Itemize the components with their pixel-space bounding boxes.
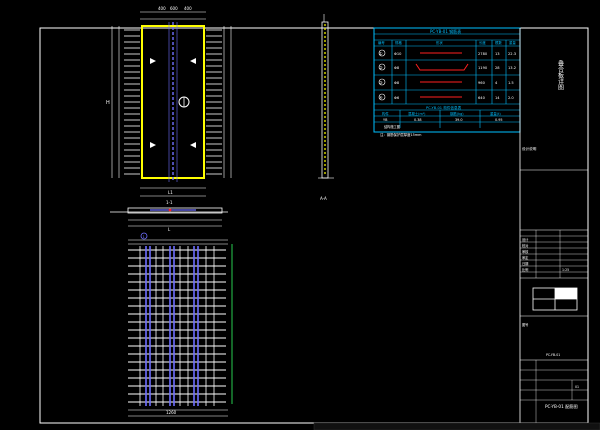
rebar-row-4-length: 640 [478,96,486,100]
rebar-header-1: 编号 [378,40,385,45]
tb-scale: 1:25 [562,268,569,272]
sub-table-title: PC-YB-01 构件信息表 [426,105,462,110]
section-label: 1-1 [166,200,173,205]
sub-header-1: 构件 [382,111,389,116]
drawing-title: PC-YB-01 配筋图 [545,403,578,410]
tb-stamp-label: 图号 [522,322,528,327]
rebar-bottom-dim: 1260 [166,410,177,415]
sub-header-3: 钢筋(kg) [450,111,464,116]
sub-row-2: 0.38 [414,118,422,122]
status-strip [313,422,600,430]
plan-top-dim-1: 400 [158,6,166,11]
triangle-marker-icon [190,58,196,64]
rebar-row-1-weight: 22.3 [508,52,516,56]
rebar-row-3-no: ③ [379,80,383,85]
triangle-marker-icon [150,142,156,148]
rebar-row-1-no: ① [379,51,383,56]
rebar-row-3-spec: Φ8 [394,81,400,85]
tb-row-5: 日期 [522,261,528,266]
rebar-table-title: PC-YB-01 钢筋表 [430,28,461,34]
cad-drawing: 400 600 400 H L1 L 1-1 A-A PC-YB-01 钢筋表 … [39,6,600,430]
section-dim-label: L [168,227,171,232]
sub-header-4: 重量(t) [490,111,501,116]
rebar-header-4: 长度 [479,40,486,45]
rebar-table: PC-YB-01 钢筋表 编号 规格 形状 长度 根数 重量 ① Φ10 278… [373,27,521,137]
rebar-row-2-length: 1190 [478,66,488,70]
rebar-row-2-no: ② [379,65,383,70]
triangle-marker-icon [150,58,156,64]
plan-view: 400 600 400 H L1 [106,6,232,197]
tb-row-3: 审核 [522,249,529,254]
sub-row-4: 0.95 [495,118,503,122]
rebar-row-4-no: ④ [379,95,383,100]
rebar-row-2-spec: Φ8 [394,66,400,70]
sub-row-3: 39.0 [455,118,463,122]
rebar-row-1-spec: Φ10 [394,52,402,56]
vertical-title: 叠合板详图 [557,60,564,91]
plan-top-dim-2: 600 [170,6,178,11]
rebar-row-4-count: 14 [495,96,500,100]
tb-row-2: 校对 [522,243,529,248]
plan-left-dim: H [106,100,110,106]
rebar-header-2: 规格 [395,40,402,45]
rebar-vertical [139,246,215,406]
tb-row-6: 比例 [522,267,528,272]
rebar-row-2-count: 28 [495,66,500,70]
project-title: 结构施工图 [384,124,400,129]
rebar-layout: 1 1260 [128,232,233,417]
rebar-header-3: 形状 [436,40,443,45]
table-note: 注：钢筋保护层厚度15mm [380,132,422,137]
triangle-marker-icon [190,142,196,148]
tb-row-1: 设计 [522,237,529,242]
side-view-label: A-A [320,196,327,201]
project-label: 设计说明 [522,146,537,151]
title-block: 叠合板详图 设计 校对 审核 审定 日期 比例 1:25 图号 PC-YB-01 [384,28,588,423]
axis-bubble-label: 1 [143,235,145,239]
plan-bottom-dim: L1 [168,190,173,195]
rebar-header-6: 重量 [509,40,516,45]
rebar-row-3-weight: 1.5 [508,81,514,85]
rebar-row-1-count: 13 [495,52,500,56]
rebar-row-3-count: 4 [495,81,498,85]
sub-row-1: YB [383,118,388,122]
tb-row-4: 审定 [522,255,529,260]
tb-drawing-no: PC-YB-01 [546,353,560,357]
rebar-row-4-spec: Φ6 [394,96,400,100]
section-view: L 1-1 [110,200,228,232]
rebar-row-3-length: 960 [478,81,486,85]
sub-header-2: 混凝土(m³) [408,111,426,116]
rebar-header-5: 根数 [495,40,502,45]
rebar-row-1-length: 2780 [478,52,488,56]
rebar-row-2-weight: 13.2 [508,66,516,70]
rebar-row-4-weight: 2.0 [508,96,514,100]
rebar-horizontal [128,249,226,403]
side-view: A-A [318,14,334,201]
tb-sheet-no: 01 [575,385,579,389]
plan-top-dim-3: 400 [184,6,192,11]
